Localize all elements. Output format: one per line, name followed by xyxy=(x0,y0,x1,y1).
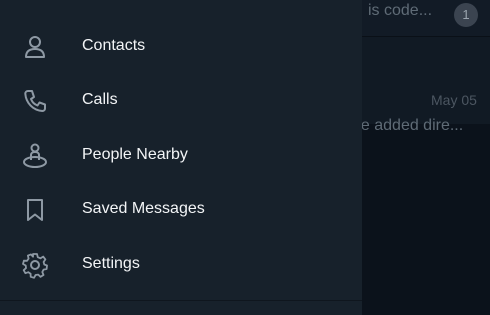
bookmark-icon xyxy=(21,196,49,224)
drawer-item-contacts[interactable]: Contacts xyxy=(0,20,362,74)
people-nearby-icon xyxy=(21,142,49,170)
gear-icon xyxy=(21,251,49,279)
unread-badge: 1 xyxy=(454,3,478,27)
drawer-item-label: Settings xyxy=(82,255,140,272)
navigation-drawer: Contacts Calls People Nearby Saved Messa… xyxy=(0,0,362,315)
drawer-item-label: People Nearby xyxy=(82,146,188,163)
drawer-item-people-nearby[interactable]: People Nearby xyxy=(0,129,362,183)
person-icon xyxy=(21,33,49,61)
chat-preview: is code... xyxy=(368,2,433,19)
chat-date: May 05 xyxy=(431,92,477,108)
partial-icon xyxy=(22,0,46,4)
drawer-item-label: Contacts xyxy=(82,37,146,54)
drawer-item-settings[interactable]: Settings xyxy=(0,238,362,292)
chat-preview: be added dire... xyxy=(352,117,464,134)
drawer-item-label: Calls xyxy=(82,91,118,108)
phone-icon xyxy=(21,87,49,115)
divider xyxy=(0,300,362,301)
drawer-item-label: Saved Messages xyxy=(82,200,205,217)
drawer-item-calls[interactable]: Calls xyxy=(0,74,362,128)
drawer-item-saved-messages[interactable]: Saved Messages xyxy=(0,183,362,237)
